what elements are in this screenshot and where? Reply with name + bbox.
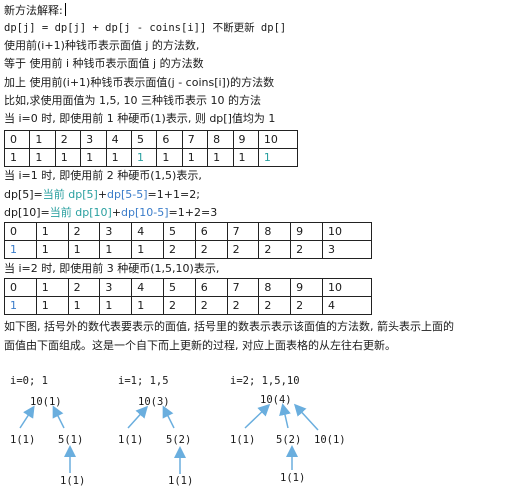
tree1-root: 10(1) [30, 396, 62, 408]
tree3-title: i=2; 1,5,10 [230, 375, 300, 387]
tree1-title: i=0; 1 [10, 375, 48, 387]
tree3-child-10: 10(1) [314, 434, 346, 446]
tree1-grandchild: 1(1) [60, 475, 86, 487]
tree1-child-1: 1(1) [10, 434, 36, 446]
tree2-child-5: 5(2) [166, 434, 192, 446]
tree-arrows [19, 403, 319, 474]
tree2-grandchild: 1(1) [168, 475, 194, 487]
tree3-root: 10(4) [260, 394, 292, 406]
tree1-arrow-left [19, 405, 35, 429]
tree2-title: i=1; 1,5 [118, 375, 169, 387]
tree3-child-5: 5(2) [276, 434, 302, 446]
tree3-grandchild: 1(1) [280, 472, 306, 484]
tree3-arrow-left [244, 403, 271, 429]
tree2-child-1: 1(1) [118, 434, 144, 446]
tree3-child-1: 1(1) [230, 434, 256, 446]
tree1-arrow-right [52, 405, 65, 429]
tree2-arrow-right [162, 405, 175, 429]
tree2-arrow-left [127, 405, 149, 429]
tree1-child-5: 5(1) [58, 434, 84, 446]
tree3-arrow-middle [279, 403, 291, 429]
tree3-arrow-right [293, 403, 319, 431]
tree2-root: 10(3) [138, 396, 170, 408]
